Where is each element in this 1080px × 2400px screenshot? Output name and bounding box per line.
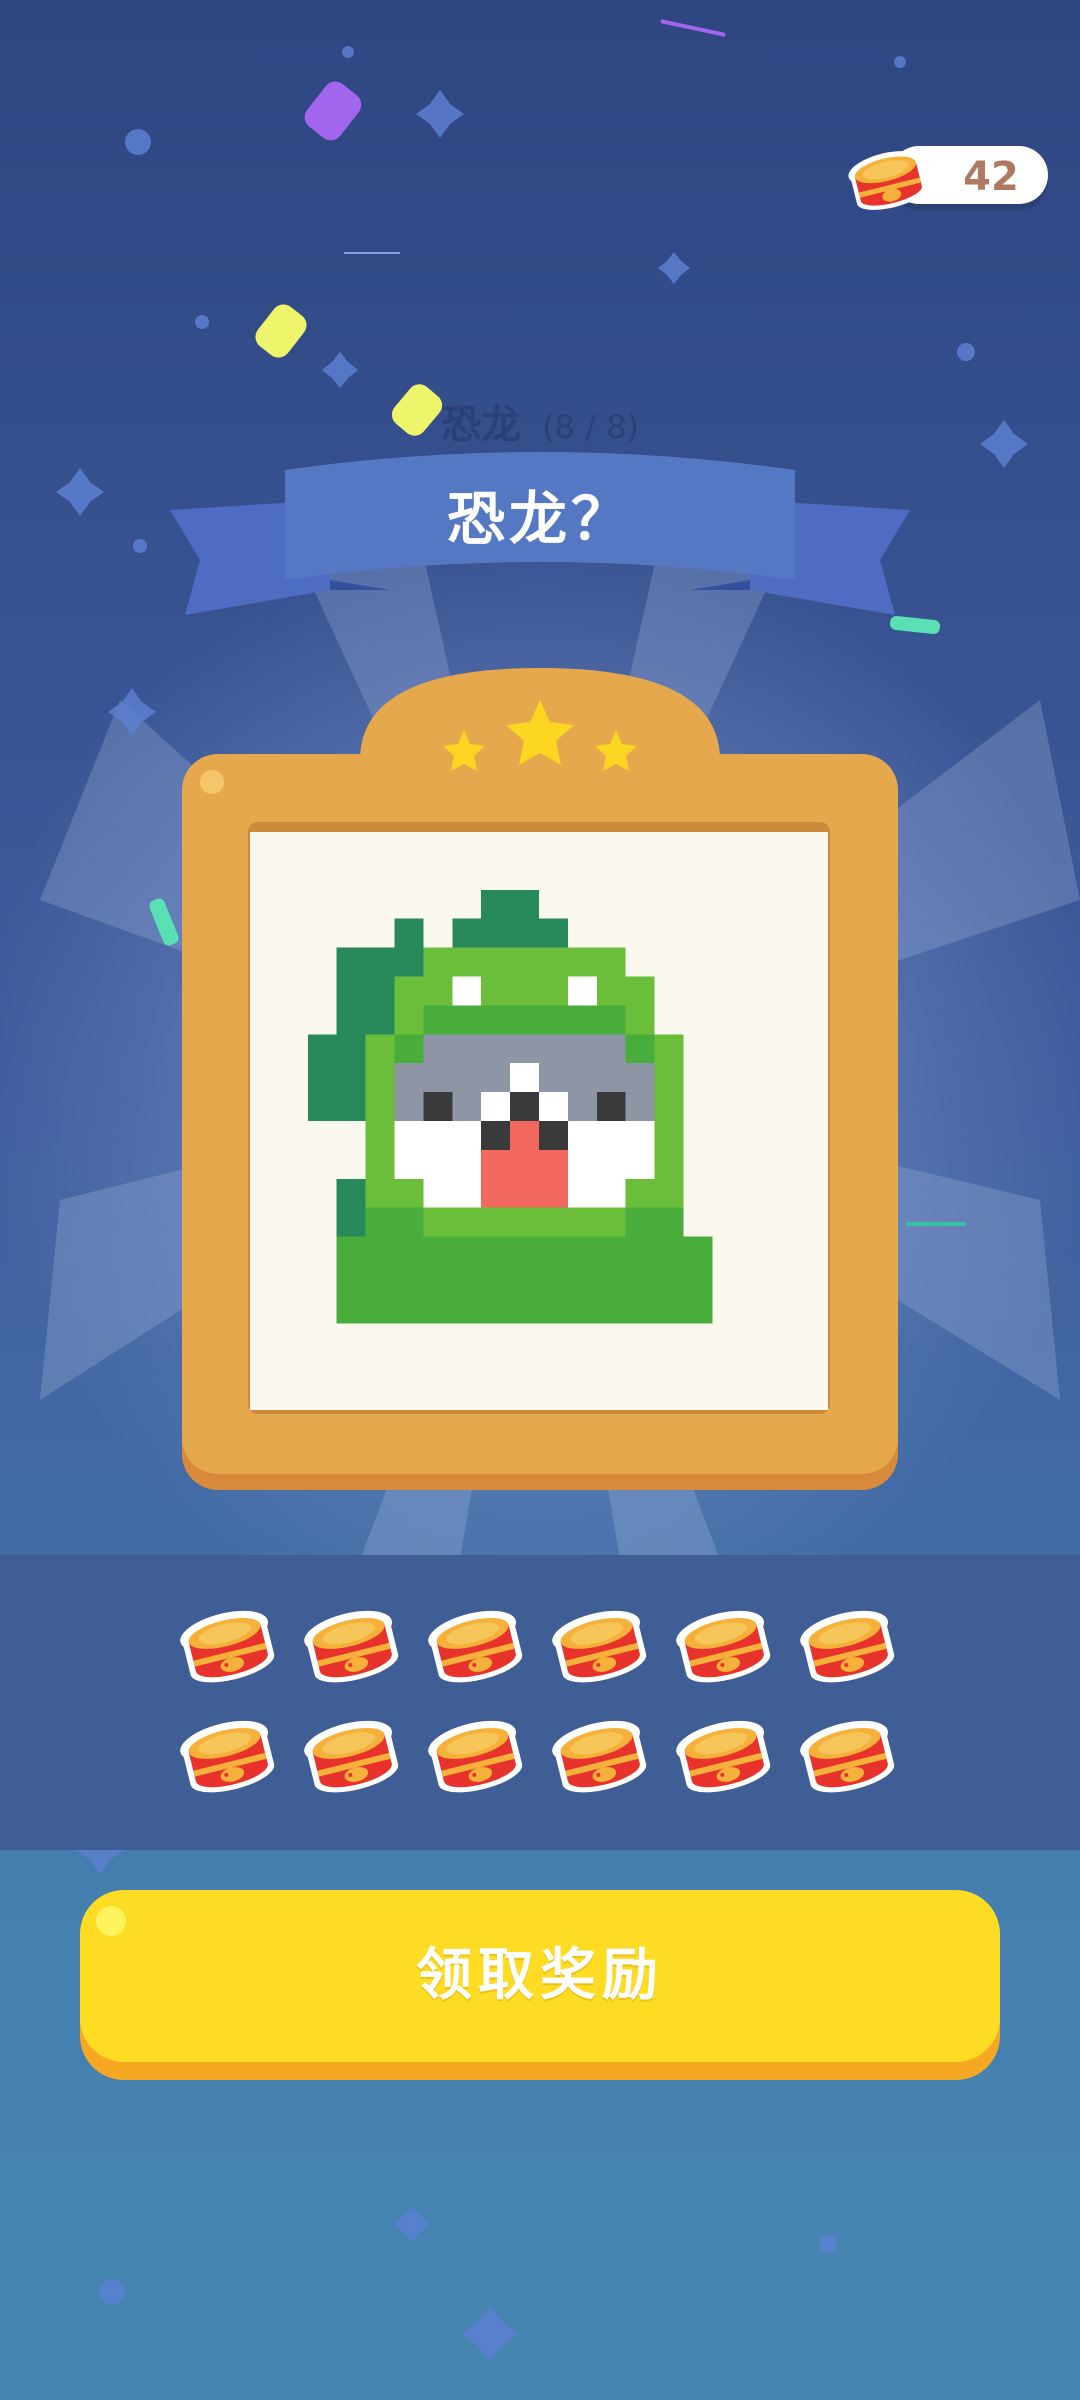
coin-count: 42 bbox=[963, 154, 1019, 200]
fish-can-icon bbox=[800, 1720, 895, 1793]
fish-can-icon bbox=[800, 1610, 895, 1683]
fish-can-icon bbox=[428, 1720, 523, 1793]
reward-strip bbox=[0, 1555, 1080, 1850]
fish-can-icon bbox=[552, 1720, 647, 1793]
reward-items bbox=[180, 1610, 895, 1793]
fish-can-icon bbox=[304, 1720, 399, 1793]
fish-can-icon bbox=[428, 1610, 523, 1683]
fish-can-icon bbox=[676, 1610, 771, 1683]
coin-counter: 42 bbox=[840, 132, 1048, 212]
pixel-art-dino bbox=[250, 832, 828, 1410]
fish-can-icon bbox=[180, 1720, 275, 1793]
fish-can-icon bbox=[676, 1720, 771, 1793]
claim-reward-button[interactable]: 领取奖励 bbox=[80, 1890, 1000, 2080]
fish-can-icon bbox=[552, 1610, 647, 1683]
claim-reward-label[interactable]: 领取奖励 bbox=[80, 1890, 1000, 2062]
banner-title: 恐龙？ bbox=[446, 485, 633, 553]
fish-can-icon bbox=[304, 1610, 399, 1683]
picture-frame bbox=[180, 660, 900, 1500]
fish-can-icon bbox=[848, 151, 927, 210]
fish-can-icon bbox=[180, 1610, 275, 1683]
title-banner: 恐龙？ bbox=[160, 440, 920, 640]
